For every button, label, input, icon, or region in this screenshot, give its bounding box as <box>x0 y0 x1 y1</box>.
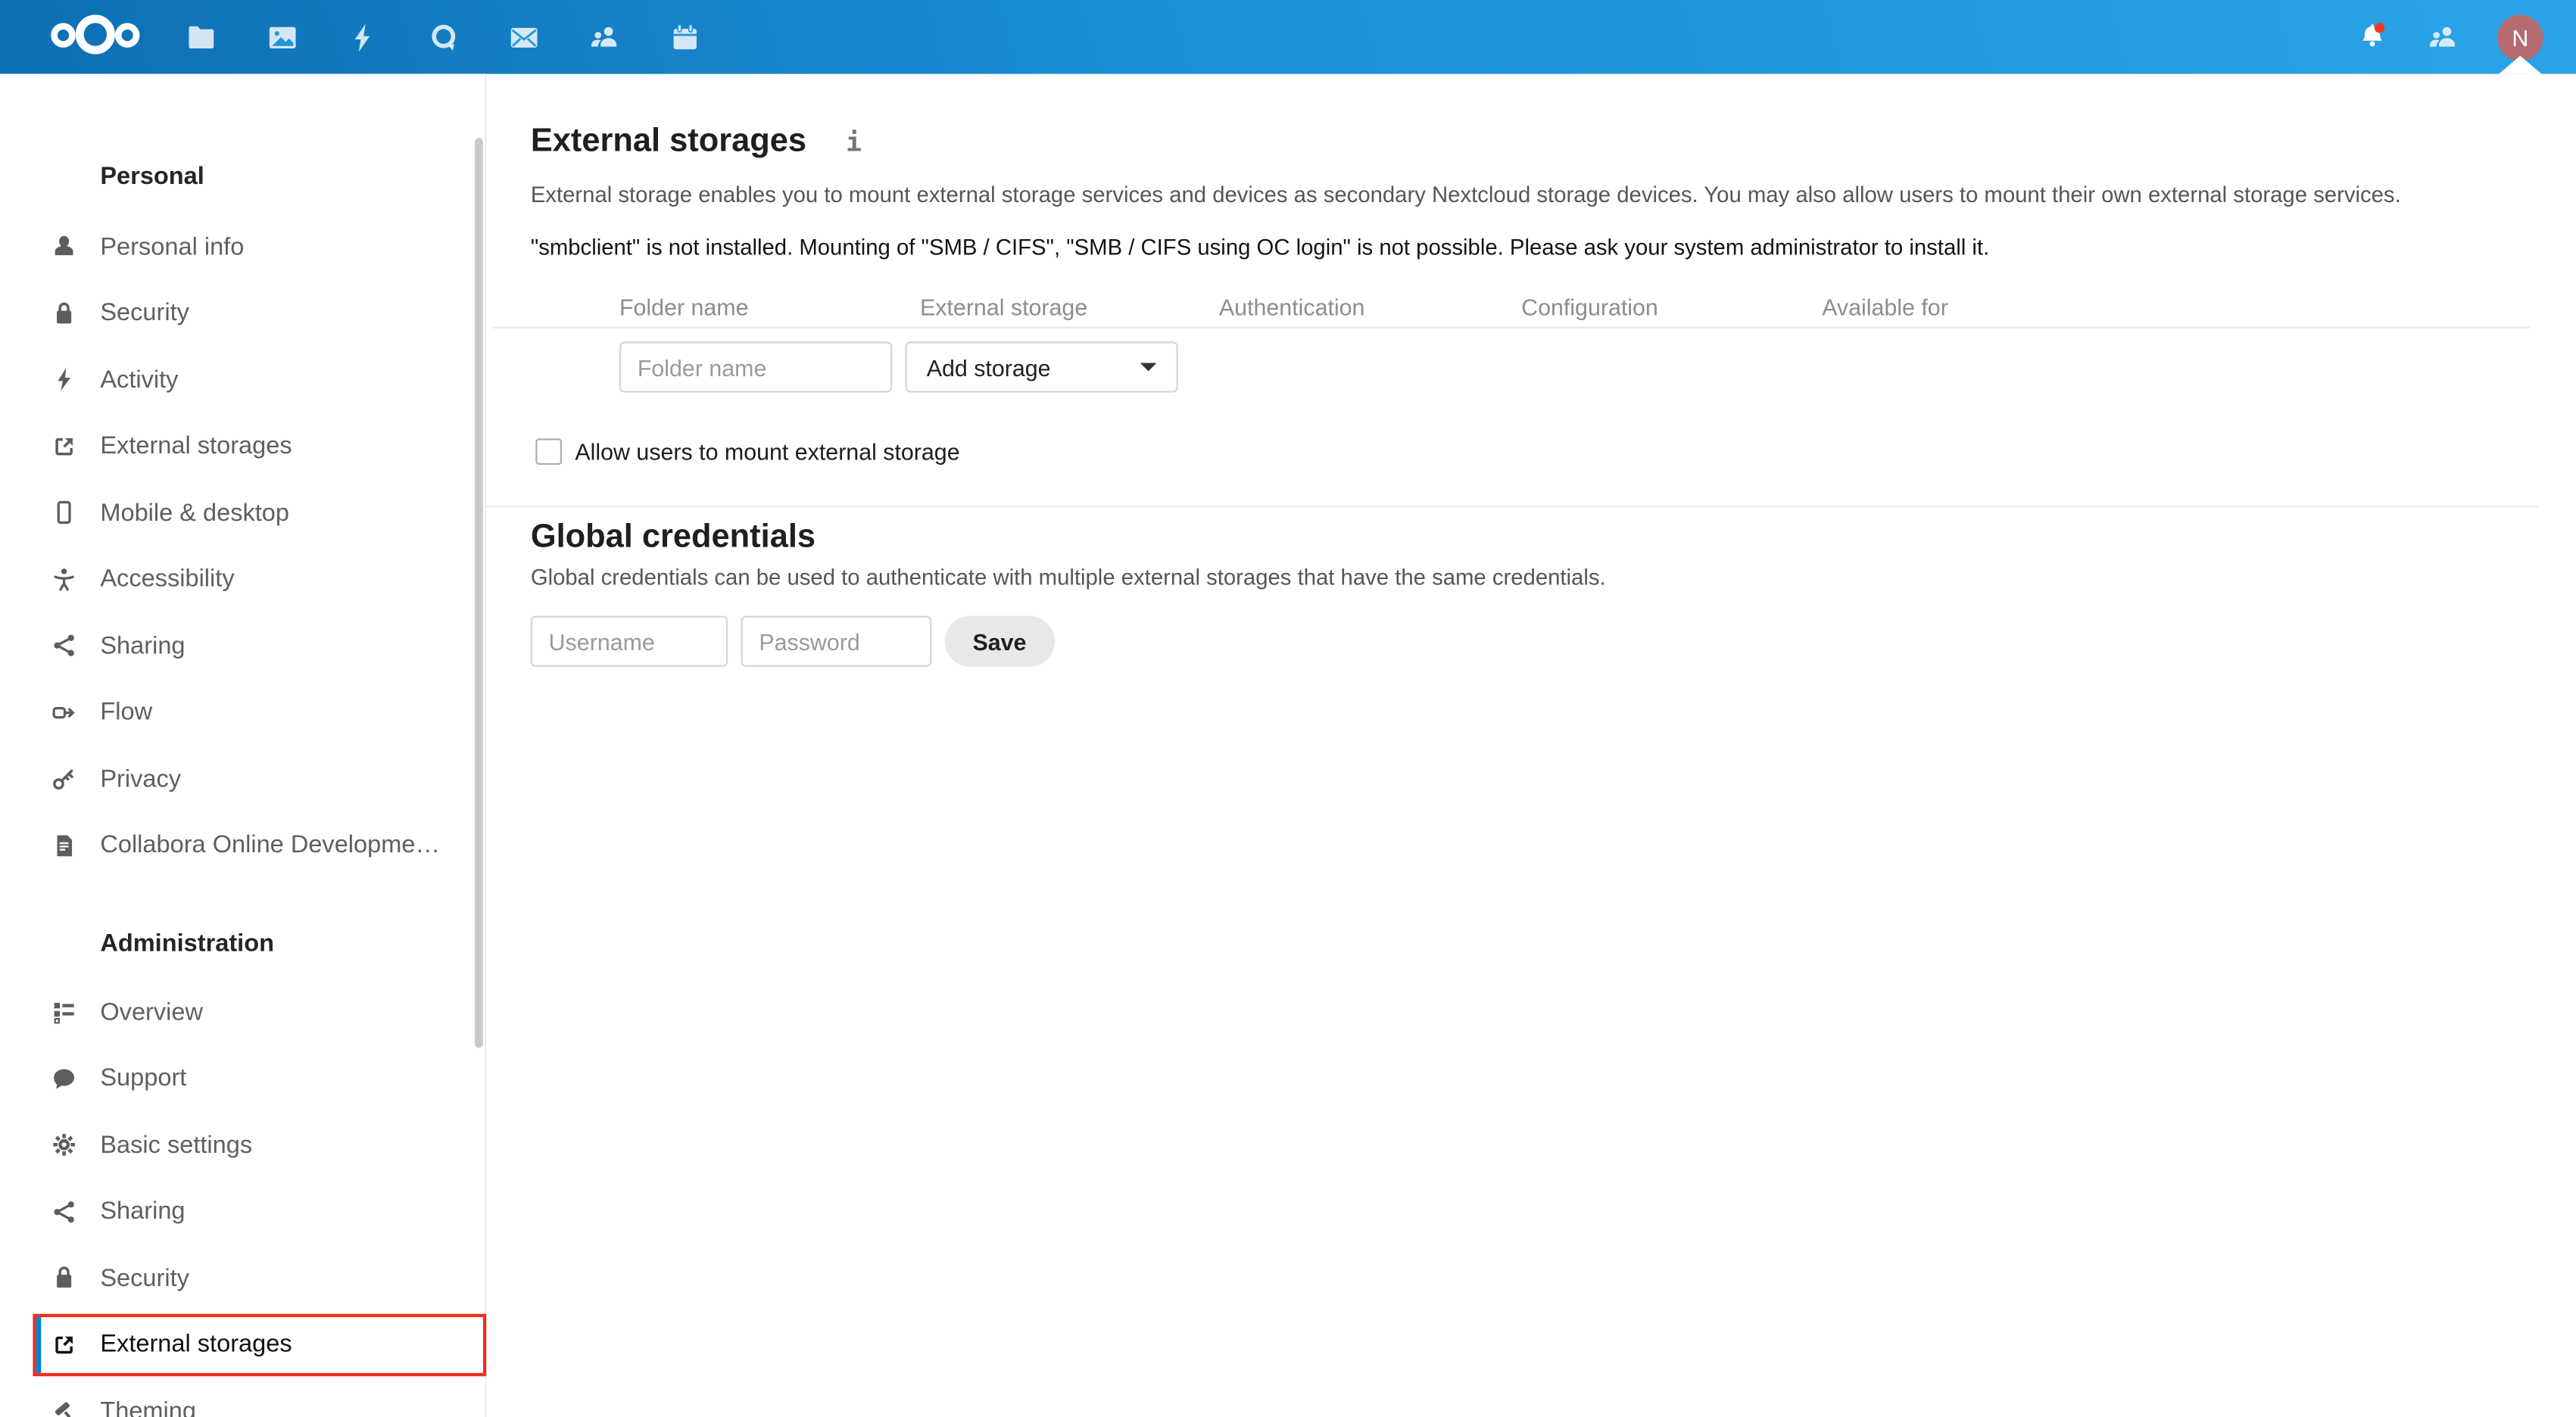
sidebar-item-accessibility[interactable]: Accessibility <box>0 546 486 612</box>
app-menu <box>186 0 701 74</box>
key-icon <box>51 766 77 793</box>
table-header-divider <box>492 326 2531 329</box>
sidebar-item-collabora[interactable]: Collabora Online Development Edit… <box>0 812 486 879</box>
gear-icon <box>51 1132 77 1158</box>
activity-icon[interactable] <box>347 20 379 53</box>
logo-ring-middle <box>75 14 115 54</box>
sidebar-item-security-personal[interactable]: Security <box>0 280 486 347</box>
sidebar-item-label: Personal info <box>100 232 245 261</box>
sidebar-item-support[interactable]: Support <box>0 1045 486 1112</box>
sidebar-item-label: Overview <box>100 998 203 1026</box>
lock-icon <box>51 301 77 327</box>
active-menu-caret <box>2499 55 2542 74</box>
sidebar-item-theming[interactable]: Theming <box>0 1378 486 1417</box>
sidebar-item-mobile-desktop[interactable]: Mobile & desktop <box>0 480 486 547</box>
sidebar-item-label: Basic settings <box>100 1131 253 1160</box>
column-header-available-for: Available for <box>1822 294 1948 321</box>
logo-ring-left <box>51 22 76 47</box>
sidebar-item-basic-settings[interactable]: Basic settings <box>0 1112 486 1179</box>
administration-section-heading: Administration <box>100 930 275 958</box>
sidebar-item-privacy[interactable]: Privacy <box>0 746 486 812</box>
sidebar-item-label: External storages <box>100 1330 292 1359</box>
notifications-bell-icon[interactable] <box>2356 20 2388 53</box>
paint-roller-icon <box>51 1398 77 1417</box>
flow-icon <box>51 699 77 726</box>
sidebar-item-label: Sharing <box>100 631 186 660</box>
save-button[interactable]: Save <box>944 615 1055 667</box>
sidebar-item-external-storages-admin[interactable]: External storages <box>0 1312 486 1378</box>
logo-ring-right <box>114 22 140 47</box>
nextcloud-logo[interactable] <box>51 14 140 54</box>
sidebar-item-activity[interactable]: Activity <box>0 347 486 413</box>
accessibility-icon <box>51 566 77 593</box>
administration-section-list: Overview Support Basic settings Sharing … <box>0 979 486 1417</box>
user-avatar[interactable]: N <box>2496 14 2543 61</box>
info-icon[interactable]: i <box>846 126 862 157</box>
sidebar-item-sharing-personal[interactable]: Sharing <box>0 612 486 679</box>
sidebar-item-label: Support <box>100 1064 187 1093</box>
personal-section-list: Personal info Security Activity External… <box>0 213 486 879</box>
column-header-folder-name: Folder name <box>619 294 749 321</box>
talk-icon[interactable] <box>427 20 460 53</box>
sidebar-scrollbar-thumb[interactable] <box>475 138 483 1048</box>
smbclient-warning: "smbclient" is not installed. Mounting o… <box>530 235 1990 260</box>
allow-users-label: Allow users to mount external storage <box>575 438 960 466</box>
sidebar-item-label: External storages <box>100 432 292 461</box>
photos-icon[interactable] <box>266 20 298 53</box>
external-link-icon <box>51 433 77 459</box>
column-header-authentication: Authentication <box>1218 294 1365 321</box>
personal-section-heading: Personal <box>100 162 204 191</box>
nextcloud-settings-page: N Personal Personal info Security Activi… <box>0 0 2576 1417</box>
sidebar-item-label: Security <box>100 299 189 328</box>
external-link-icon <box>51 1331 77 1358</box>
main-content: External storages i External storage ena… <box>486 74 2576 1417</box>
phone-icon <box>51 500 77 526</box>
document-icon <box>51 832 77 858</box>
contacts-menu-icon[interactable] <box>2427 20 2459 53</box>
allow-users-checkbox[interactable] <box>535 438 563 466</box>
user-icon <box>51 234 77 260</box>
sidebar-item-external-storages-personal[interactable]: External storages <box>0 413 486 480</box>
contacts-icon[interactable] <box>588 20 621 53</box>
chevron-down-icon <box>1140 363 1157 372</box>
sidebar-item-personal-info[interactable]: Personal info <box>0 213 486 280</box>
list-overview-icon <box>51 999 77 1026</box>
page-title: External storages <box>530 123 807 160</box>
settings-sidebar: Personal Personal info Security Activity… <box>0 73 487 1417</box>
sidebar-item-label: Flow <box>100 698 153 727</box>
add-storage-select[interactable]: Add storage <box>905 341 1178 393</box>
mail-icon[interactable] <box>507 20 540 53</box>
sidebar-item-label: Security <box>100 1264 189 1293</box>
folder-name-input[interactable] <box>619 341 893 393</box>
calendar-icon[interactable] <box>669 20 701 53</box>
sidebar-item-security-admin[interactable]: Security <box>0 1245 486 1312</box>
password-input[interactable] <box>741 615 932 667</box>
section-divider <box>486 506 2539 508</box>
app-header: N <box>0 0 2576 74</box>
sidebar-item-label: Activity <box>100 366 179 394</box>
share-icon <box>51 633 77 659</box>
speech-bubble-icon <box>51 1066 77 1092</box>
sidebar-item-label: Accessibility <box>100 565 235 593</box>
global-credentials-description: Global credentials can be used to authen… <box>530 565 1606 590</box>
add-storage-label: Add storage <box>926 353 1051 381</box>
column-header-configuration: Configuration <box>1521 294 1658 321</box>
lightning-icon <box>51 366 77 393</box>
sidebar-item-label: Theming <box>100 1397 196 1417</box>
sidebar-item-flow[interactable]: Flow <box>0 679 486 746</box>
column-header-external-storage: External storage <box>920 294 1088 321</box>
sidebar-item-label: Sharing <box>100 1197 186 1226</box>
sidebar-item-label: Collabora Online Development Edit… <box>100 831 453 860</box>
global-credentials-title: Global credentials <box>530 519 816 556</box>
sidebar-item-overview[interactable]: Overview <box>0 979 486 1045</box>
username-input[interactable] <box>530 615 728 667</box>
lock-icon <box>51 1265 77 1291</box>
sidebar-item-label: Mobile & desktop <box>100 499 290 527</box>
share-icon <box>51 1198 77 1225</box>
sidebar-item-sharing-admin[interactable]: Sharing <box>0 1179 486 1245</box>
sidebar-item-label: Privacy <box>100 765 182 793</box>
files-icon[interactable] <box>186 20 218 53</box>
page-description: External storage enables you to mount ex… <box>530 182 2401 207</box>
